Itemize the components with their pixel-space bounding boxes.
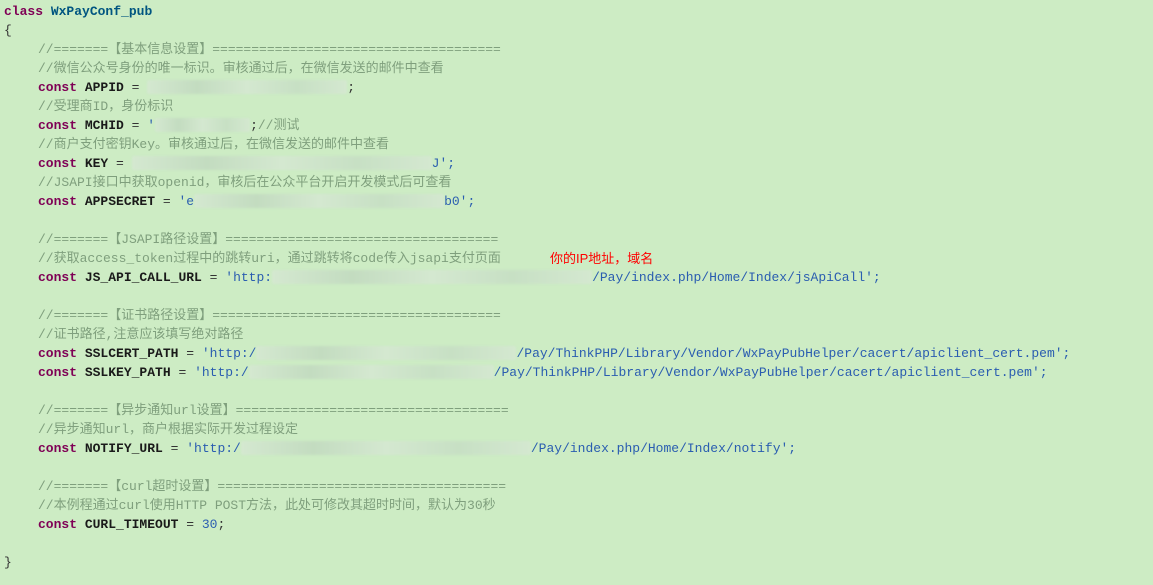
comment-appsecret: //JSAPI接口中获取openid，审核后在公众平台开启开发模式后可查看 [38,175,451,190]
sslkey-tail: /Pay/ThinkPHP/Library/Vendor/WxPayPubHel… [494,365,1048,380]
class-keyword: class [4,4,43,19]
appsecret-tail: b0'; [444,194,475,209]
section-curl-header: //=======【curl超时设置】=====================… [38,479,506,494]
curl-timeout-value: 30 [202,517,218,532]
const-key: KEY [85,156,108,171]
redacted-jsapi-host [272,270,592,284]
sslcert-tail: /Pay/ThinkPHP/Library/Vendor/WxPayPubHel… [516,346,1070,361]
redacted-sslcert-host [256,346,516,360]
comment-jsapi: //获取access_token过程中的跳转uri，通过跳转将code传入jsa… [38,251,501,266]
redacted-appsecret [194,194,444,208]
class-decl: class WxPayConf_pub [4,2,1149,21]
jsapi-url-open: 'http: [225,270,272,285]
sslcert-open: 'http:/ [202,346,257,361]
comment-curl: //本例程通过curl使用HTTP POST方法，此处可修改其超时时间，默认为3… [38,498,496,513]
notify-tail: /Pay/index.php/Home/Index/notify'; [531,441,796,456]
redacted-notify-host [241,441,531,455]
class-name: WxPayConf_pub [51,4,152,19]
const-sslkey-path: SSLKEY_PATH [85,365,171,380]
section-jsapi-header: //=======【JSAPI路径设置】====================… [38,232,498,247]
const-sslcert-path: SSLCERT_PATH [85,346,179,361]
redacted-sslkey-host [249,365,494,379]
open-brace: { [4,21,1149,40]
code-block: class WxPayConf_pub { //=======【基本信息设置】=… [4,2,1149,572]
section-cert-header: //=======【证书路径设置】=======================… [38,308,501,323]
notify-open: 'http:/ [186,441,241,456]
const-curl-timeout: CURL_TIMEOUT [85,517,179,532]
section-notify-header: //=======【异步通知url设置】====================… [38,403,509,418]
comment-cert: //证书路径,注意应该填写绝对路径 [38,327,243,342]
redacted-key [132,156,432,170]
const-js-api-call-url: JS_API_CALL_URL [85,270,202,285]
sslkey-open: 'http:/ [194,365,249,380]
const-appid: APPID [85,80,124,95]
comment-notify: //异步通知url，商户根据实际开发过程设定 [38,422,298,437]
const-kw: const [38,80,77,95]
redacted-appid [147,80,347,94]
key-tail: J'; [432,156,455,171]
close-brace: } [4,553,1149,572]
const-mchid: MCHID [85,118,124,133]
comment-key: //商户支付密钥Key。审核通过后，在微信发送的邮件中查看 [38,137,389,152]
appsecret-open: 'e [178,194,194,209]
const-notify-url: NOTIFY_URL [85,441,163,456]
comment-mchid: //受理商ID，身份标识 [38,99,173,114]
section-basic-header: //=======【基本信息设置】=======================… [38,42,501,57]
jsapi-url-tail: /Pay/index.php/Home/Index/jsApiCall'; [592,270,881,285]
comment-appid: //微信公众号身份的唯一标识。审核通过后，在微信发送的邮件中查看 [38,61,444,76]
comment-mchid-tail: //测试 [258,118,300,133]
redacted-mchid [155,118,250,132]
overlay-note: 你的IP地址，域名 [550,249,653,268]
const-appsecret: APPSECRET [85,194,155,209]
